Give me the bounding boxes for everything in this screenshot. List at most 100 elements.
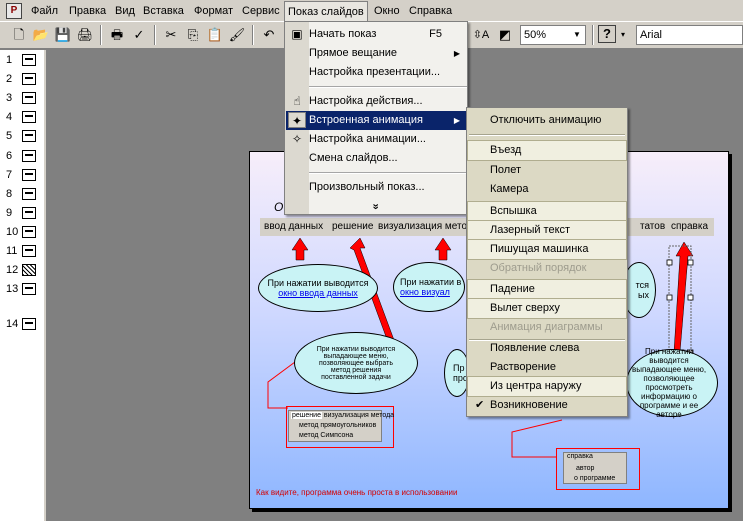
menu-label: Произвольный показ... (309, 181, 425, 193)
slide-icon (22, 245, 36, 257)
menu-label: Настройка анимации... (309, 133, 426, 145)
outline-slide-13[interactable]: 13 (4, 281, 44, 298)
new-document-icon[interactable]: 🗋 (8, 25, 30, 45)
outline-slide-4[interactable]: 4 (4, 109, 44, 126)
anim-item-fly-in[interactable]: Въезд (467, 140, 627, 161)
menu-label: Отключить анимацию (490, 114, 602, 126)
slide-icon (22, 318, 36, 330)
menu-separator (309, 86, 467, 88)
menu-label: Въезд (490, 144, 522, 156)
outline-slide-11[interactable]: 11 (4, 243, 44, 260)
projector-icon: ▣ (291, 27, 303, 41)
outline-slide-8[interactable]: 8 (4, 186, 44, 203)
menu-help[interactable]: Справка (409, 3, 452, 20)
slide-icon (22, 92, 36, 104)
print-icon[interactable]: 🖶 (106, 25, 128, 45)
menu-edit[interactable]: Правка (69, 3, 106, 20)
menu-label: Настройка действия... (309, 95, 423, 107)
anim-item-appear[interactable]: ✔ Возникновение (468, 396, 626, 415)
slide-number: 1 (6, 54, 13, 66)
menu-label: Анимация диаграммы (490, 321, 603, 333)
slide-icon (22, 111, 36, 123)
spelling-icon[interactable]: ✓ (128, 25, 150, 45)
menu-slide-transition[interactable]: Смена слайдов... (286, 149, 466, 168)
menu-view[interactable]: Вид (115, 3, 135, 20)
callout-bubble-help[interactable]: При нажатии выводится выпадающее меню, п… (626, 347, 718, 419)
anim-item-camera[interactable]: Камера (468, 180, 626, 199)
bubble-text: При нажатии выводится (267, 278, 369, 288)
outline-slide-5[interactable]: 5 (4, 128, 44, 145)
outline-slide-6[interactable]: 6 (4, 148, 44, 165)
format-painter-icon[interactable]: 🖌 (226, 25, 248, 45)
bubble-link[interactable]: окно ввода данных (278, 288, 358, 298)
outline-slide-9[interactable]: 9 (4, 205, 44, 222)
toolbar-separator (592, 25, 594, 45)
anim-item-laser-text[interactable]: Лазерный текст (467, 220, 627, 241)
save-icon[interactable]: 💾 (52, 25, 74, 45)
menu-slideshow[interactable]: Показ слайдов (284, 1, 368, 22)
anim-item-fly-from-top[interactable]: Вылет сверху (467, 298, 627, 319)
anim-item-dissolve[interactable]: Растворение (468, 358, 626, 377)
zoom-combobox[interactable]: 50% ▼ (520, 25, 586, 45)
slide-icon (22, 73, 36, 85)
copy-icon[interactable]: ⎘ (182, 25, 204, 45)
undo-icon[interactable]: ↶ (258, 25, 280, 45)
anim-item-typewriter[interactable]: Пишущая машинка (467, 239, 627, 260)
menu-custom-show[interactable]: Произвольный показ... (286, 178, 466, 197)
permissions-icon[interactable]: 🖨 (74, 25, 96, 45)
bubble-link[interactable]: окно визуал (400, 287, 450, 297)
callout-bubble-solution[interactable]: При нажатии выводится выпадающее меню, п… (294, 332, 418, 394)
menu-preset-animation[interactable]: ✦ Встроенная анимация ▶ (286, 111, 466, 130)
menu-insert[interactable]: Вставка (143, 3, 184, 20)
menu-file[interactable]: Файл (31, 3, 58, 20)
menu-expand-chevron[interactable]: » (286, 197, 466, 216)
menu-action-settings[interactable]: ☝ Настройка действия... (286, 92, 466, 111)
help-icon[interactable]: ? (598, 25, 616, 43)
outline-slide-10[interactable]: 10 (4, 224, 44, 241)
slide-icon-selected (22, 264, 36, 276)
menu-setup-show[interactable]: Настройка презентации... (286, 63, 466, 82)
paste-icon[interactable]: 📋 (204, 25, 226, 45)
chevron-right-icon: ▶ (453, 116, 460, 125)
menu-custom-animation[interactable]: ✧ Настройка анимации... (286, 130, 466, 149)
slide-number: 10 (6, 226, 19, 238)
anim-item-drop[interactable]: Падение (467, 279, 627, 300)
slide-number: 4 (6, 111, 13, 123)
menu-label: Вылет сверху (490, 302, 560, 314)
outline-slide-1[interactable]: 1 (4, 52, 44, 69)
mini-tab: решение (291, 412, 322, 419)
slide-footer-text[interactable]: Как видите, программа очень проста в исп… (256, 488, 457, 497)
slide-icon (22, 150, 36, 162)
font-combobox[interactable]: Arial (636, 25, 743, 45)
outline-slide-3[interactable]: 3 (4, 90, 44, 107)
menu-label: Смена слайдов... (309, 152, 398, 164)
anim-item-center-out[interactable]: Из центра наружу (467, 376, 627, 397)
anim-item-flash[interactable]: Вспышка (467, 201, 627, 222)
anim-item-flight[interactable]: Полет (468, 161, 626, 180)
anim-item-wipe-left[interactable]: Появление слева (468, 339, 626, 358)
outline-slide-14[interactable]: 14 (4, 316, 44, 333)
outline-slide-7[interactable]: 7 (4, 167, 44, 184)
menu-format[interactable]: Формат (194, 3, 233, 20)
outline-slide-12[interactable]: 12 (4, 262, 44, 279)
menu-tools[interactable]: Сервис (242, 3, 280, 20)
anim-item-reverse-order: Обратный порядок (468, 259, 626, 278)
chevron-down-icon[interactable]: ▼ (571, 28, 583, 42)
custom-animation-icon: ✧ (291, 132, 303, 146)
menu-broadcast[interactable]: Прямое вещание ▶ (286, 44, 466, 63)
slide-number: 5 (6, 130, 13, 142)
callout-bubble-input[interactable]: При нажатии выводится окно ввода данных (258, 264, 378, 312)
app-icon[interactable]: P (6, 3, 22, 19)
toolbar-options-icon[interactable]: ▾ (618, 25, 628, 45)
anim-item-off[interactable]: Отключить анимацию (468, 111, 626, 130)
text-direction-icon[interactable]: ⇳A (470, 25, 492, 45)
cut-icon[interactable]: ✂ (160, 25, 182, 45)
menu-window[interactable]: Окно (374, 3, 400, 20)
outline-slide-2[interactable]: 2 (4, 71, 44, 88)
open-folder-icon[interactable]: 📂 (30, 25, 52, 45)
grayscale-icon[interactable]: ◩ (494, 25, 516, 45)
slide-number: 13 (6, 283, 19, 295)
menu-separator (469, 134, 625, 136)
callout-bubble-visualization[interactable]: При нажатии в окно визуал (393, 262, 465, 312)
menu-start-show[interactable]: ▣ Начать показ F5 (286, 25, 466, 44)
